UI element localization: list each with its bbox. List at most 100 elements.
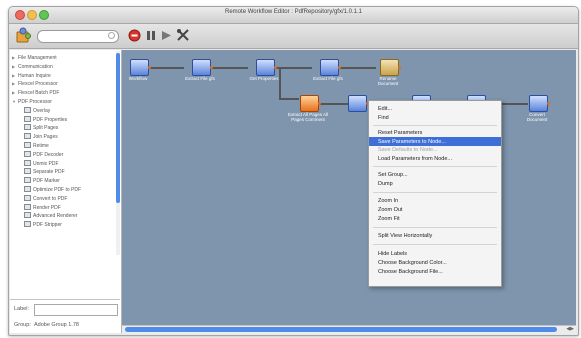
output-port[interactable]	[547, 102, 550, 105]
tree-item[interactable]: PDF Properties	[12, 115, 118, 125]
sidebar-scrollbar[interactable]	[116, 51, 120, 255]
menu-separator	[373, 166, 497, 167]
pause-icon[interactable]	[146, 30, 157, 41]
menu-item-find[interactable]: Find	[378, 114, 496, 122]
node-label: Convert Document	[526, 112, 548, 122]
tree-item[interactable]: Separate PDF	[12, 168, 118, 177]
tree-category[interactable]: ▶ Flexcel Batch PDF	[12, 89, 118, 98]
node-icon	[380, 59, 399, 76]
tree-item-label: Separate PDF	[33, 169, 65, 176]
tree-item[interactable]: Unmix PDF	[12, 159, 118, 169]
connector	[279, 67, 281, 98]
menu-item-edit[interactable]: Edit...	[378, 105, 496, 113]
node-label: Workflow	[128, 76, 148, 81]
menu-item-background-file[interactable]: Choose Background File...	[378, 268, 496, 276]
tree-category-label: Communication	[18, 63, 53, 70]
node-label: Extract File gfx	[313, 76, 343, 81]
output-port[interactable]	[274, 66, 277, 69]
search-field[interactable]	[37, 30, 119, 43]
canvas-scroll-thumb[interactable]	[125, 327, 557, 332]
tree-item-label: Join Pages	[33, 134, 58, 141]
tree-item[interactable]: Convert to PDF	[12, 194, 118, 204]
label-input[interactable]	[34, 304, 118, 316]
sidebar-splitter[interactable]	[10, 299, 120, 300]
menu-item-save-parameters[interactable]: Save Parameters to Node...	[378, 138, 496, 146]
connector	[336, 67, 376, 69]
tree-item[interactable]: Overlay	[12, 106, 118, 116]
tree-category-label: Flexcel Processor	[18, 81, 58, 88]
node-label: Extract File gfx	[185, 76, 215, 81]
tree-item[interactable]: Render PDF	[12, 203, 118, 213]
workflow-canvas[interactable]: Workflow Extract File gfx Get Properties…	[122, 50, 576, 325]
output-port[interactable]	[318, 102, 321, 105]
menu-item-dump[interactable]: Dump	[378, 180, 496, 188]
node-icon	[24, 194, 31, 201]
output-port[interactable]	[148, 66, 151, 69]
menu-item-split-view[interactable]: Split View Horizontally	[378, 232, 496, 240]
menu-separator	[373, 227, 497, 228]
tree-item-label: Split Pages	[33, 125, 59, 132]
node-icon	[24, 185, 31, 192]
context-menu: Edit... Find Reset Parameters Save Param…	[368, 100, 502, 287]
menu-item-set-group[interactable]: Set Group...	[378, 171, 496, 179]
menu-item-background-color[interactable]: Choose Background Color...	[378, 259, 496, 267]
tree-item[interactable]: Optimize PDF to PDF	[12, 185, 118, 195]
node-icon	[24, 159, 31, 166]
group-value: Adobe Group 1.78	[34, 322, 79, 328]
tree-item[interactable]: PDF Decoder	[12, 150, 118, 160]
menu-separator	[373, 125, 497, 126]
tree-item-label: Render PDF	[33, 204, 61, 211]
menu-item-save-defaults: Save Defaults to Node...	[378, 147, 438, 153]
node-icon	[300, 95, 319, 112]
play-icon[interactable]	[161, 30, 172, 41]
output-port[interactable]	[398, 66, 401, 69]
node-icon	[192, 59, 211, 76]
tree-category[interactable]: ▼ PDF Processor	[12, 98, 118, 107]
tree-item-label: PDF Marker	[33, 178, 60, 185]
node-tree: ▶ File Management ▶ Communication ▶ Human I…	[12, 54, 118, 230]
menu-separator	[373, 192, 497, 193]
tree-item[interactable]: Join Pages	[12, 133, 118, 142]
tree-category-label: File Management	[18, 55, 57, 61]
node-icon	[24, 150, 31, 157]
tree-category-label: Human Inquire	[18, 72, 51, 79]
clear-icon[interactable]	[128, 29, 141, 42]
tools-icon[interactable]	[176, 28, 190, 42]
search-clear-icon[interactable]	[108, 32, 115, 39]
tree-item[interactable]: Advanced Renderer	[12, 212, 118, 221]
tree-item-label: PDF Stripper	[33, 222, 62, 229]
output-port[interactable]	[210, 66, 213, 69]
menu-item-reset-parameters[interactable]: Reset Parameters	[378, 129, 496, 137]
menu-item-zoom-in[interactable]: Zoom In	[378, 197, 496, 205]
node-icon	[24, 203, 31, 210]
node-icon	[24, 221, 31, 228]
tree-item-label: Convert to PDF	[33, 195, 68, 202]
tree-item[interactable]: Retime	[12, 141, 118, 151]
tree-item-label: Overlay	[33, 107, 51, 114]
node-icon	[24, 115, 31, 122]
tree-item-label: PDF Decoder	[33, 151, 64, 158]
canvas-horizontal-scrollbar[interactable]: ◀▶	[122, 325, 576, 334]
node-label: Extract All Pages All Pages Comment	[287, 112, 329, 122]
tree-item[interactable]: PDF Stripper	[12, 221, 118, 230]
tree-item-label: Unmix PDF	[33, 160, 59, 167]
tree-category[interactable]: ▶ Human Inquire	[12, 72, 118, 81]
tree-category[interactable]: ▶ Flexcel Processor	[12, 80, 118, 89]
menu-item-hide-labels[interactable]: Hide Labels	[378, 250, 496, 258]
output-port[interactable]	[338, 66, 341, 69]
scroll-arrows-icon[interactable]: ◀▶	[566, 326, 574, 332]
tree-category-label: PDF Processor	[18, 98, 52, 105]
menu-item-zoom-out[interactable]: Zoom Out	[378, 206, 496, 214]
menu-item-zoom-fit[interactable]: Zoom Fit	[378, 215, 496, 223]
menu-item-load-parameters[interactable]: Load Parameters from Node...	[378, 155, 496, 163]
node-library-sidebar: ▶ File Management ▶ Communication ▶ Human I…	[10, 50, 122, 333]
tree-category[interactable]: ▶ Communication	[12, 63, 118, 72]
tree-category[interactable]: ▶ File Management	[12, 54, 118, 63]
puzzle-icon[interactable]	[15, 27, 32, 44]
tree-item-label: Advanced Renderer	[33, 213, 78, 220]
node-icon	[24, 212, 31, 219]
tree-item[interactable]: PDF Marker	[12, 177, 118, 186]
node-icon	[24, 168, 31, 175]
tree-item[interactable]: Split Pages	[12, 124, 118, 133]
tree-category-label: Flexcel Batch PDF	[18, 90, 60, 97]
